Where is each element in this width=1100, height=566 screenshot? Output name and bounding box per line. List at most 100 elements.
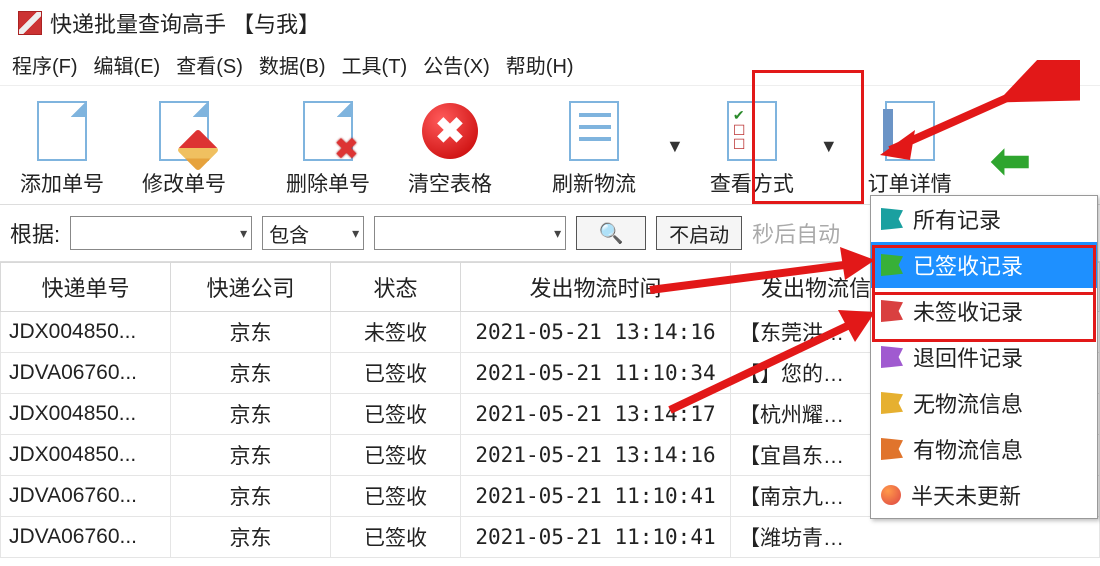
menu-program[interactable]: 程序(F) <box>12 50 78 79</box>
filter-label: 根据: <box>10 217 60 249</box>
cell-company: 京东 <box>171 312 331 353</box>
popup-item-halfday[interactable]: 半天未更新 <box>871 472 1097 518</box>
popup-item-unsigned[interactable]: 未签收记录 <box>871 288 1097 334</box>
export-arrow-icon: ⬅ <box>991 133 1031 189</box>
cell-id: JDVA06760... <box>1 476 171 517</box>
toolbar-delete-label: 删除单号 <box>286 168 370 198</box>
toolbar-orderdetail-label: 订单详情 <box>868 168 952 198</box>
toolbar-export-button[interactable]: ⬅ <box>976 126 1046 200</box>
viewmode-popup: 所有记录 已签收记录 未签收记录 退回件记录 无物流信息 有物流信息 半天未更新 <box>870 195 1098 519</box>
cell-id: JDVA06760... <box>1 517 171 558</box>
flag-icon <box>881 300 903 322</box>
filter-value-combo[interactable]: ▾ <box>374 216 566 250</box>
menu-view[interactable]: 查看(S) <box>176 50 243 79</box>
cell-time: 2021-05-21 11:10:34 <box>461 353 731 394</box>
list-page-icon <box>569 101 619 161</box>
toolbar-clear-label: 清空表格 <box>408 168 492 198</box>
filter-op-combo[interactable]: 包含 ▾ <box>262 216 364 250</box>
cell-id: JDX004850... <box>1 394 171 435</box>
cell-company: 京东 <box>171 476 331 517</box>
popup-item-label: 半天未更新 <box>911 479 1021 511</box>
toolbar-delete-button[interactable]: 删除单号 <box>272 96 384 200</box>
toolbar-add-button[interactable]: 添加单号 <box>6 96 118 200</box>
chevron-down-icon: ▾ <box>240 225 247 242</box>
cell-status: 已签收 <box>331 517 461 558</box>
toolbar-refresh-label: 刷新物流 <box>552 168 636 198</box>
cell-id: JDX004850... <box>1 312 171 353</box>
menu-help[interactable]: 帮助(H) <box>506 50 574 79</box>
menu-data[interactable]: 数据(B) <box>259 50 326 79</box>
flag-icon <box>881 392 903 414</box>
toolbar: 添加单号 修改单号 删除单号 ✖ 清空表格 刷新物流 ▼ 查看方式 ▼ 订单详情… <box>0 86 1100 205</box>
window-title: 快递批量查询高手 【与我】 <box>50 7 320 39</box>
flag-icon <box>881 346 903 368</box>
search-icon: 🔍 <box>599 221 624 246</box>
col-header-id[interactable]: 快递单号 <box>1 263 171 312</box>
popup-item-haslogistics[interactable]: 有物流信息 <box>871 426 1097 472</box>
popup-item-label: 未签收记录 <box>913 295 1023 327</box>
menu-notice[interactable]: 公告(X) <box>423 50 490 79</box>
popup-item-label: 无物流信息 <box>913 387 1023 419</box>
flag-icon <box>881 254 903 276</box>
popup-item-returned[interactable]: 退回件记录 <box>871 334 1097 380</box>
flag-icon <box>881 208 903 230</box>
filter-op-value: 包含 <box>269 219 309 248</box>
file-delete-icon <box>303 101 353 161</box>
file-edit-icon <box>159 101 209 161</box>
popup-item-label: 退回件记录 <box>913 341 1023 373</box>
col-header-company[interactable]: 快递公司 <box>171 263 331 312</box>
cell-time: 2021-05-21 13:14:16 <box>461 312 731 353</box>
menu-edit[interactable]: 编辑(E) <box>94 50 161 79</box>
cell-id: JDVA06760... <box>1 353 171 394</box>
stop-icon: ✖ <box>422 103 478 159</box>
flag-icon <box>881 438 903 460</box>
cell-status: 已签收 <box>331 476 461 517</box>
menu-bar: 程序(F) 编辑(E) 查看(S) 数据(B) 工具(T) 公告(X) 帮助(H… <box>0 42 1100 86</box>
search-button[interactable]: 🔍 <box>576 216 646 250</box>
col-header-time[interactable]: 发出物流时间 <box>461 263 731 312</box>
popup-item-all[interactable]: 所有记录 <box>871 196 1097 242</box>
menu-tools[interactable]: 工具(T) <box>342 50 408 79</box>
no-start-label: 不启动 <box>669 219 729 248</box>
auto-after-sec-label: 秒后自动 <box>752 217 840 249</box>
popup-item-signed[interactable]: 已签收记录 <box>871 242 1097 288</box>
cell-status: 已签收 <box>331 394 461 435</box>
popup-item-label: 有物流信息 <box>913 433 1023 465</box>
col-header-status[interactable]: 状态 <box>331 263 461 312</box>
cell-status: 未签收 <box>331 312 461 353</box>
cell-company: 京东 <box>171 435 331 476</box>
popup-item-label: 已签收记录 <box>913 249 1023 281</box>
toolbar-clear-button[interactable]: ✖ 清空表格 <box>394 96 506 200</box>
toolbar-viewmode-label: 查看方式 <box>710 168 794 198</box>
cell-company: 京东 <box>171 517 331 558</box>
toolbar-add-label: 添加单号 <box>20 168 104 198</box>
order-detail-icon <box>885 101 935 161</box>
toolbar-viewmode-button[interactable]: 查看方式 <box>700 96 804 200</box>
toolbar-orderdetail-button[interactable]: 订单详情 <box>854 96 966 200</box>
cell-info: 【潍坊青… <box>731 517 1100 558</box>
cell-time: 2021-05-21 11:10:41 <box>461 517 731 558</box>
chevron-down-icon: ▾ <box>554 225 561 242</box>
popup-item-label: 所有记录 <box>913 203 1001 235</box>
toolbar-refresh-caret-icon[interactable]: ▼ <box>660 136 690 157</box>
cell-status: 已签收 <box>331 435 461 476</box>
table-row[interactable]: JDVA06760...京东已签收2021-05-21 11:10:41【潍坊青… <box>1 517 1100 558</box>
cell-company: 京东 <box>171 353 331 394</box>
popup-item-nologistics[interactable]: 无物流信息 <box>871 380 1097 426</box>
toolbar-refresh-button[interactable]: 刷新物流 <box>538 96 650 200</box>
cell-time: 2021-05-21 13:14:16 <box>461 435 731 476</box>
no-start-button[interactable]: 不启动 <box>656 216 742 250</box>
app-logo-icon <box>18 11 42 35</box>
toolbar-modify-button[interactable]: 修改单号 <box>128 96 240 200</box>
checklist-icon <box>727 101 777 161</box>
file-icon <box>37 101 87 161</box>
chevron-down-icon: ▾ <box>352 225 359 242</box>
cell-status: 已签收 <box>331 353 461 394</box>
filter-field-combo[interactable]: ▾ <box>70 216 252 250</box>
toolbar-modify-label: 修改单号 <box>142 168 226 198</box>
cell-time: 2021-05-21 13:14:17 <box>461 394 731 435</box>
ball-icon <box>881 485 901 505</box>
toolbar-viewmode-caret-icon[interactable]: ▼ <box>814 136 844 157</box>
cell-id: JDX004850... <box>1 435 171 476</box>
cell-time: 2021-05-21 11:10:41 <box>461 476 731 517</box>
